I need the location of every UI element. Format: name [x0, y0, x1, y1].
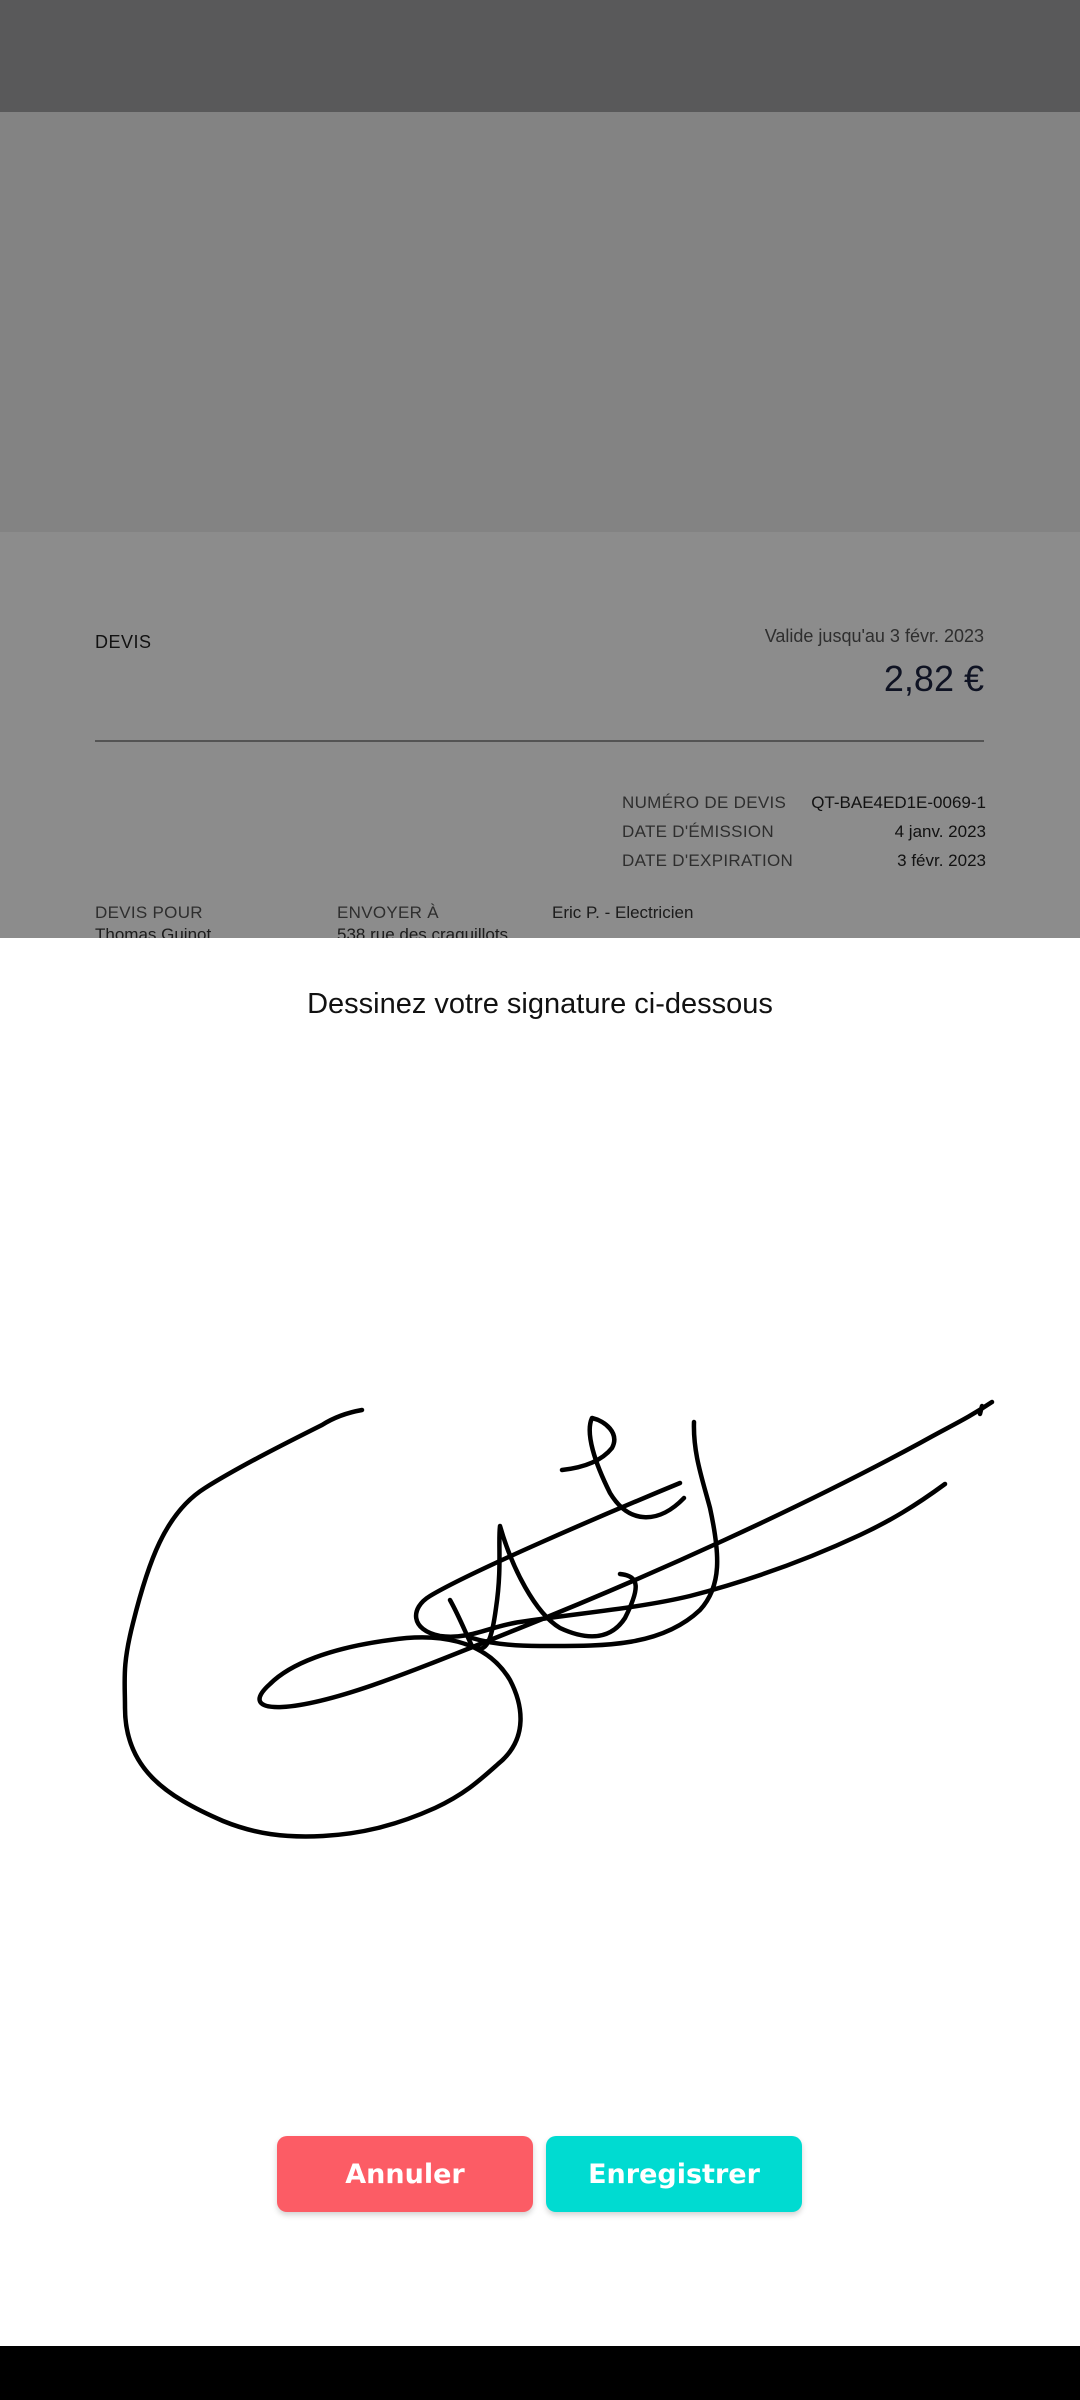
- valid-until-text: Valide jusqu'au 3 févr. 2023: [764, 626, 984, 646]
- send-to-value: 538 rue des craquillots: [337, 925, 509, 938]
- system-navigation-bar: [0, 2346, 1080, 2400]
- quote-header-area: [0, 112, 1080, 532]
- quote-amount: 2,82 €: [883, 658, 984, 699]
- signature-drawing: [122, 1399, 995, 1839]
- background-quote-view: DEVIS Valide jusqu'au 3 févr. 2023 2,82 …: [0, 0, 1080, 938]
- meta-label: NUMÉRO DE DEVIS: [622, 792, 787, 812]
- issuer-name: Eric P. - Electricien: [552, 903, 694, 922]
- meta-value: 3 févr. 2023: [897, 850, 986, 870]
- document-type-label: DEVIS: [95, 632, 152, 652]
- send-to-label: ENVOYER À: [337, 903, 439, 922]
- quote-document: DEVIS Valide jusqu'au 3 févr. 2023 2,82 …: [0, 532, 1080, 938]
- meta-row-number: NUMÉRO DE DEVIS QT-BAE4ED1E-0069-1: [622, 788, 986, 817]
- save-button[interactable]: Enregistrer: [546, 2136, 802, 2212]
- meta-row-issue-date: DATE D'ÉMISSION 4 janv. 2023: [622, 817, 986, 846]
- quote-for: DEVIS POUR Thomas Guinot: [95, 902, 211, 938]
- quote-for-value: Thomas Guinot: [95, 925, 212, 938]
- meta-label: DATE D'ÉMISSION: [622, 821, 774, 841]
- signature-title: Dessinez votre signature ci-dessous: [307, 988, 773, 1020]
- signature-pad[interactable]: [0, 1048, 1080, 2048]
- send-to: ENVOYER À 538 rue des craquillots: [337, 902, 508, 938]
- meta-value: 4 janv. 2023: [894, 821, 986, 841]
- signature-sheet: Dessinez votre signature ci-dessous Annu…: [0, 938, 1080, 2346]
- quote-meta: NUMÉRO DE DEVIS QT-BAE4ED1E-0069-1 DATE …: [622, 788, 986, 875]
- issuer: Eric P. - Electricien: [552, 902, 693, 924]
- meta-row-expiry-date: DATE D'EXPIRATION 3 févr. 2023: [622, 846, 986, 875]
- meta-value: QT-BAE4ED1E-0069-1: [811, 792, 986, 812]
- quote-for-label: DEVIS POUR: [95, 903, 203, 922]
- cancel-button[interactable]: Annuler: [277, 2136, 533, 2212]
- divider: [95, 740, 984, 742]
- meta-label: DATE D'EXPIRATION: [622, 850, 794, 870]
- status-bar: [0, 0, 1080, 112]
